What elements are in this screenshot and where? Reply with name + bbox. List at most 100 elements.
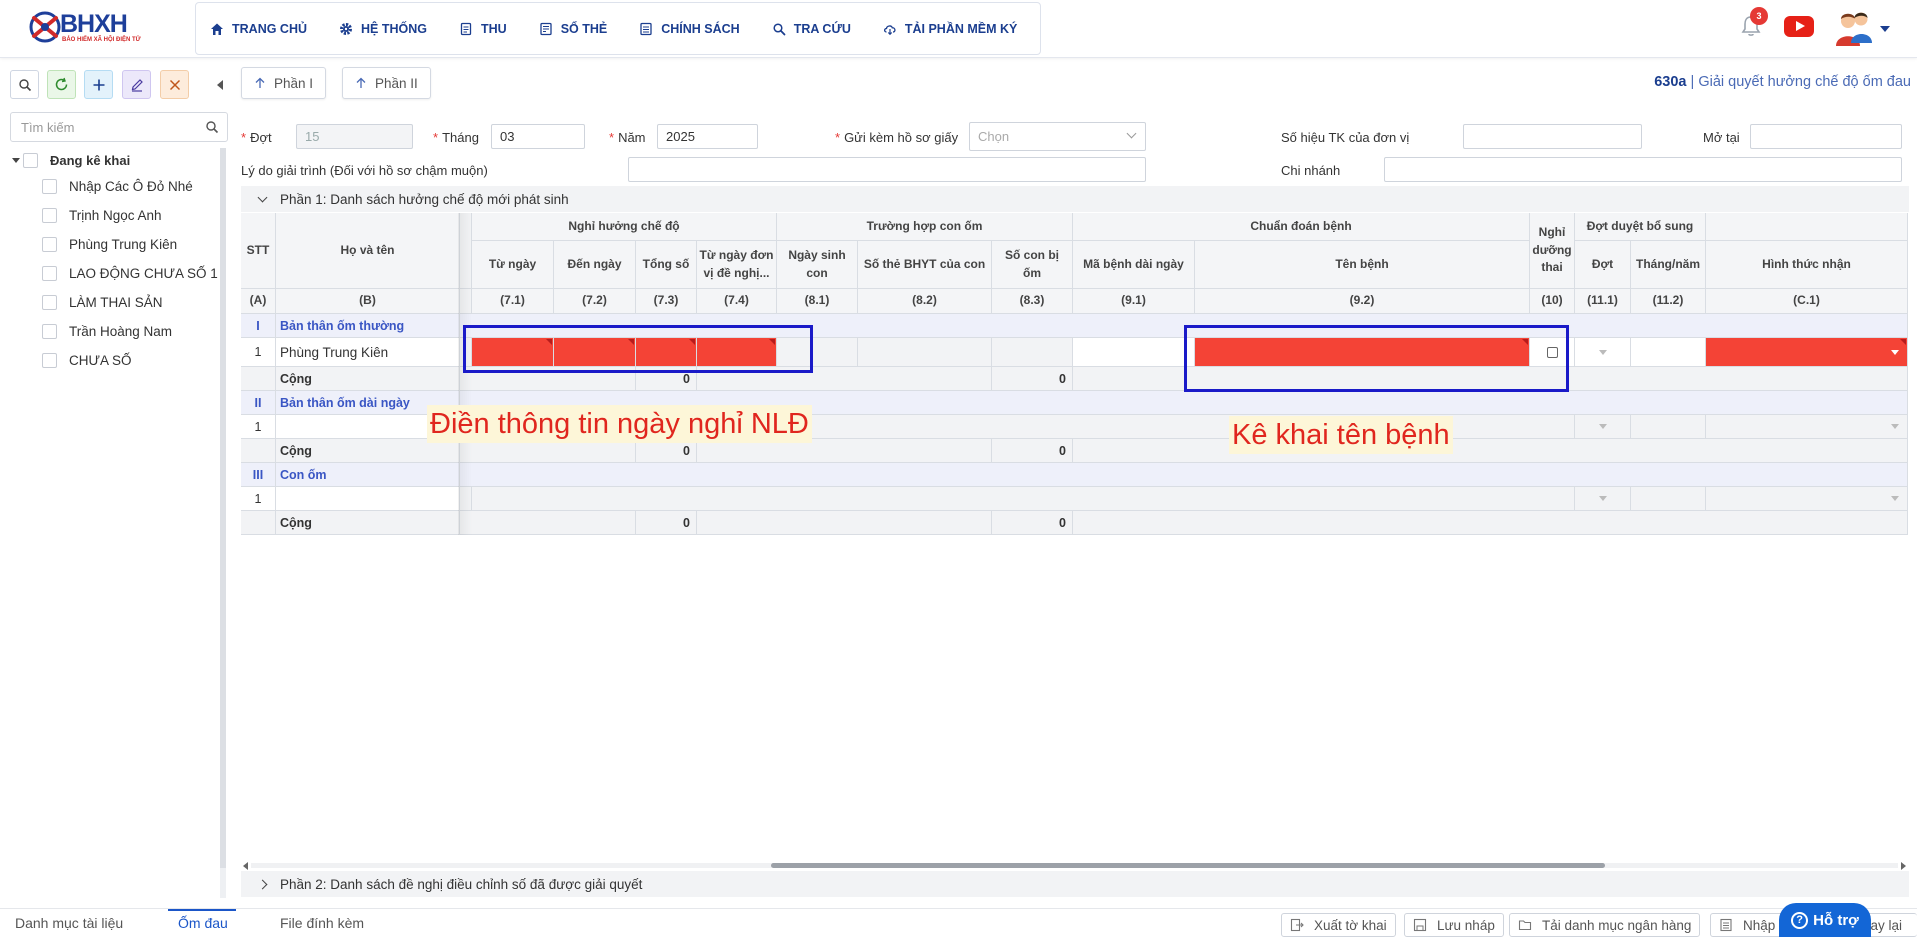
form-code: 630a [1654, 74, 1687, 90]
main-nav: TRANG CHỦ HỆ THỐNG THU SỔ THẺ CHÍNH SÁCH… [195, 2, 1041, 55]
ma-benh-cell[interactable] [1073, 338, 1195, 367]
youtube-icon[interactable] [1784, 16, 1814, 37]
chi-nhanh-input[interactable] [1384, 157, 1902, 182]
ly-do-input[interactable] [628, 157, 1146, 182]
export-icon [1290, 918, 1304, 932]
chevron-down-icon[interactable] [12, 157, 20, 163]
nav-tra-cuu[interactable]: TRA CỨU [772, 22, 851, 36]
nav-he-thong[interactable]: HỆ THỐNG [339, 22, 427, 36]
sidebar-scrollbar-thumb[interactable] [220, 148, 226, 868]
code-cell: (7.3) [636, 289, 697, 314]
section-2-header[interactable]: Phần 2: Danh sách đề nghị điều chỉnh số … [241, 871, 1909, 897]
nav-trang-chu[interactable]: TRANG CHỦ [210, 22, 307, 36]
tree-root-checkbox[interactable] [23, 152, 38, 168]
collapse-sidebar-icon[interactable] [217, 80, 223, 90]
add-button[interactable] [84, 70, 113, 99]
tree-item-checkbox[interactable] [42, 295, 57, 310]
scroll-left-arrow[interactable] [243, 862, 248, 870]
tree-item[interactable]: CHƯA SỐ [12, 346, 222, 375]
search-icon[interactable] [205, 120, 219, 134]
download-bank-list-button[interactable]: Tải danh mục ngân hàng [1509, 913, 1701, 937]
bhxh-logo[interactable]: BHXH BẢO HIỂM XÃ HỘI ĐIỆN TỬ [28, 6, 178, 50]
tab-om-dau[interactable]: Ốm đau [178, 915, 228, 931]
section-1-header[interactable]: Phần 1: Danh sách hưởng chế độ mới phát … [241, 186, 1909, 212]
policy-icon [640, 22, 652, 35]
tree-item-checkbox[interactable] [42, 237, 57, 252]
tree-item-checkbox[interactable] [42, 353, 57, 368]
tree-item-checkbox[interactable] [42, 324, 57, 339]
thang-nam-cell[interactable] [1631, 338, 1706, 367]
header-group-empty [1706, 213, 1908, 241]
code-cell: (11.2) [1631, 289, 1706, 314]
section-2-title: Phần 2: Danh sách đề nghị điều chỉnh số … [280, 876, 643, 892]
row-fill[interactable] [472, 487, 1575, 511]
thang-nam-cell[interactable] [1631, 487, 1706, 511]
part-1-button[interactable]: Phần I [241, 67, 327, 99]
tree-root[interactable]: Đang kê khai [12, 148, 222, 172]
nav-so-the[interactable]: SỔ THẺ [539, 22, 607, 36]
code-cell: (10) [1530, 289, 1575, 314]
chevron-down-icon [1598, 349, 1607, 355]
header-tu-ngay-don-vi: Từ ngày đơn vị đề nghị... [697, 241, 777, 289]
help-button[interactable]: ? Hỗ trợ [1779, 903, 1871, 937]
tree-item[interactable]: Phùng Trung Kiên [12, 230, 222, 259]
code-cell: (A) [241, 289, 276, 314]
export-button[interactable]: Xuất tờ khai [1281, 913, 1396, 937]
tree-item[interactable]: LAO ĐỘNG CHƯA SỐ 1 [12, 259, 222, 288]
gui-kem-select[interactable]: Chọn [969, 122, 1146, 151]
sum-fill [1073, 511, 1908, 535]
tree-item[interactable]: Trịnh Ngọc Anh [12, 201, 222, 230]
tree-item[interactable]: Trần Hoàng Nam [12, 317, 222, 346]
code-cell: (C.1) [1706, 289, 1908, 314]
chevron-down-icon [1598, 496, 1607, 501]
nam-label: * Năm [609, 130, 646, 145]
tab-danh-muc-tai-lieu[interactable]: Danh mục tài liệu [15, 915, 123, 931]
row-stt: 1 [241, 338, 276, 367]
hinh-thuc-nhan-cell[interactable] [1706, 487, 1908, 511]
mo-tai-input[interactable] [1750, 124, 1902, 149]
nam-input[interactable]: 2025 [657, 124, 758, 149]
search-input[interactable] [11, 113, 191, 141]
so-con-cell[interactable] [992, 338, 1073, 367]
nav-tai-phan-mem-ky[interactable]: TẢI PHẦN MỀM KÝ [883, 22, 1017, 36]
nav-thu[interactable]: THU [459, 22, 507, 36]
scroll-right-arrow[interactable] [1901, 862, 1906, 870]
refresh-button[interactable] [47, 70, 76, 99]
thang-nam-cell[interactable] [1631, 415, 1706, 439]
thang-input[interactable]: 03 [491, 124, 585, 149]
save-draft-button[interactable]: Lưu nháp [1404, 913, 1504, 937]
tree-item[interactable]: LÀM THAI SẢN [12, 288, 222, 317]
scroll-thumb[interactable] [771, 863, 1605, 868]
delete-button[interactable] [160, 70, 189, 99]
dot-select-cell[interactable] [1575, 487, 1631, 511]
row-ho-ten[interactable]: Phùng Trung Kiên [276, 338, 460, 367]
so-the-bhyt-cell[interactable] [858, 338, 992, 367]
user-menu-caret[interactable] [1880, 26, 1890, 32]
code-cell: (8.2) [858, 289, 992, 314]
dot-input[interactable]: 15 [296, 124, 413, 149]
chevron-down-icon [1891, 496, 1899, 501]
tab-file-dinh-kem[interactable]: File đính kèm [280, 915, 364, 931]
hinh-thuc-nhan-cell[interactable] [1706, 338, 1908, 367]
so-hieu-input[interactable] [1463, 124, 1642, 149]
row-ho-ten[interactable] [276, 487, 460, 511]
nav-chinh-sach[interactable]: CHÍNH SÁCH [639, 22, 740, 36]
user-avatar[interactable] [1835, 9, 1873, 47]
dot-select-cell[interactable] [1575, 415, 1631, 439]
frozen-gap [460, 213, 472, 289]
part-1-label: Phần I [274, 75, 314, 91]
tree-item-checkbox[interactable] [42, 179, 57, 194]
part-2-button[interactable]: Phần II [342, 67, 431, 99]
chevron-down-icon [1891, 424, 1899, 429]
tree-item-checkbox[interactable] [42, 266, 57, 281]
sum-so-con: 0 [992, 511, 1073, 535]
dot-select-cell[interactable] [1575, 338, 1631, 367]
tree-item-checkbox[interactable] [42, 208, 57, 223]
hinh-thuc-nhan-cell[interactable] [1706, 415, 1908, 439]
tree-item-label: Trần Hoàng Nam [69, 324, 173, 339]
edit-button[interactable] [122, 70, 151, 99]
grid-horizontal-scrollbar[interactable] [241, 859, 1908, 871]
header-ngay-sinh-con: Ngày sinh con [777, 241, 858, 289]
search-tool-button[interactable] [10, 70, 39, 99]
tree-item[interactable]: Nhập Các Ô Đỏ Nhé [12, 172, 222, 201]
